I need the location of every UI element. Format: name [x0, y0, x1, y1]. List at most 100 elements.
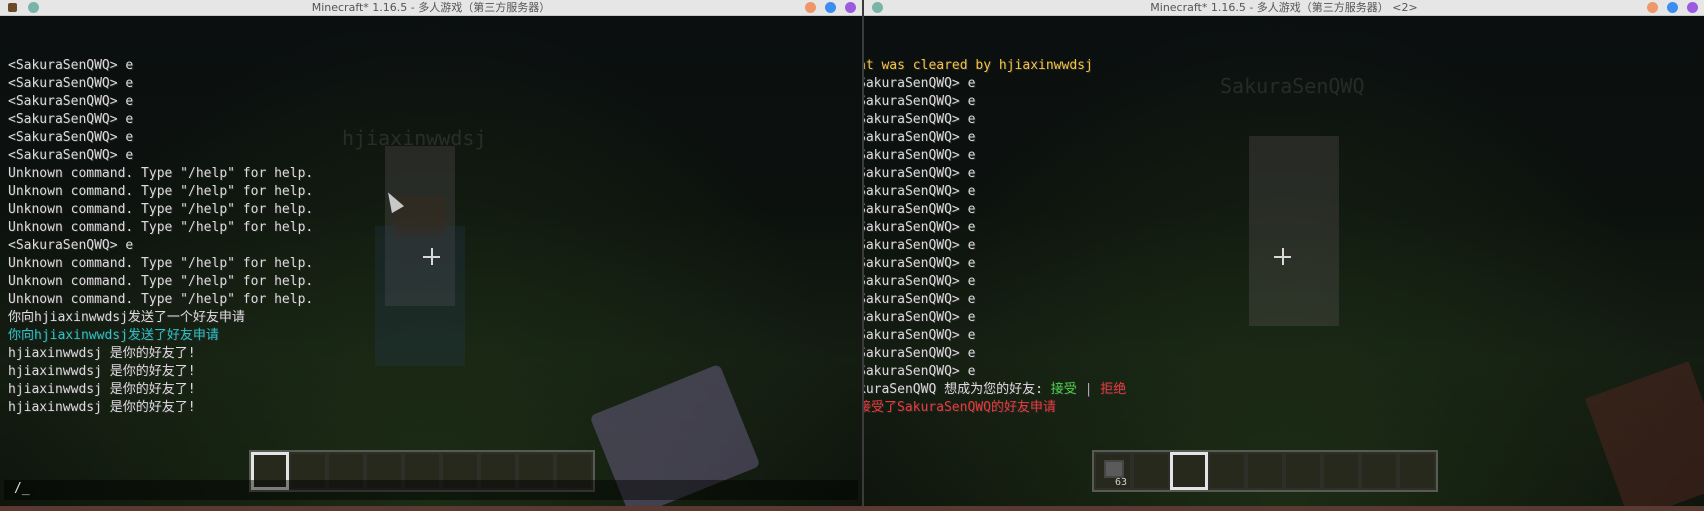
game-viewport[interactable]: hjiaxinwwdsj <SakuraSenQWQ> e <SakuraSenQ… [0, 16, 862, 506]
chat-message: <SakuraSenQWQ> e [8, 93, 313, 111]
crosshair-icon [1274, 248, 1291, 265]
command-input-text[interactable]: /_ [14, 481, 30, 496]
chat-segment: <SakuraSenQWQ> e [8, 148, 134, 163]
chat-segment: 接受了SakuraSenQWQ的好友申请 [864, 400, 1056, 415]
chat-segment: SakuraSenQWQ> e [864, 184, 976, 199]
chat-message: Unknown command. Type "/help" for help. [8, 291, 313, 309]
game-viewport[interactable]: SakuraSenQWQ at was cleared by hjiaxinww… [864, 16, 1704, 506]
minecraft-window-1[interactable]: Minecraft* 1.16.5 - 多人游戏（第三方服务器） hjiaxin… [0, 0, 862, 506]
close-button[interactable] [845, 2, 856, 13]
chat-segment: SakuraSenQWQ> e [864, 76, 976, 91]
chat-message: hjiaxinwwdsj 是你的好友了! [8, 363, 313, 381]
player-head [395, 196, 445, 236]
chat-message: SakuraSenQWQ> e [864, 255, 1126, 273]
chat-segment: Unknown command. Type "/help" for help. [8, 184, 314, 199]
minimize-button[interactable] [805, 2, 816, 13]
chat-message: SakuraSenQWQ> e [864, 111, 1126, 129]
hotbar-slot[interactable] [1322, 452, 1360, 490]
chat-segment: SakuraSenQWQ> e [864, 220, 976, 235]
chat-message: SakuraSenQWQ> e [864, 309, 1126, 327]
chat-message: <SakuraSenQWQ> e [8, 237, 313, 255]
chat-message: Unknown command. Type "/help" for help. [8, 183, 313, 201]
chat-message: at was cleared by hjiaxinwwdsj [864, 57, 1126, 75]
chat-message: SakuraSenQWQ> e [864, 75, 1126, 93]
chat-segment: SakuraSenQWQ> e [864, 328, 976, 343]
chat-message: 接受了SakuraSenQWQ的好友申请 [864, 399, 1126, 417]
chat-message: SakuraSenQWQ> e [864, 165, 1126, 183]
chat-message: Unknown command. Type "/help" for help. [8, 273, 313, 291]
chat-message: SakuraSenQWQ> e [864, 363, 1126, 381]
minecraft-window-2[interactable]: Minecraft* 1.16.5 - 多人游戏（第三方服务器） <2> Sak… [864, 0, 1704, 506]
chat-segment: <SakuraSenQWQ> e [8, 58, 134, 73]
window-title: Minecraft* 1.16.5 - 多人游戏（第三方服务器） <2> [1150, 1, 1418, 14]
chat-segment: Unknown command. Type "/help" for help. [8, 166, 314, 181]
chat-message: SakuraSenQWQ> e [864, 201, 1126, 219]
taskbar [0, 506, 1704, 511]
chat-message: SakuraSenQWQ> e [864, 93, 1126, 111]
chat-segment: 你向hjiaxinwwdsj发送了好友申请 [8, 328, 219, 343]
stone-block-icon [1104, 460, 1124, 478]
chat-segment: SakuraSenQWQ> e [864, 364, 976, 379]
chat-segment: SakuraSenQWQ> e [864, 256, 976, 271]
chat-message: SakuraSenQWQ> e [864, 129, 1126, 147]
crosshair-icon [423, 248, 440, 265]
hotbar[interactable]: 63 [1092, 450, 1438, 492]
chat-message: <SakuraSenQWQ> e [8, 129, 313, 147]
chat-segment: SakuraSenQWQ> e [864, 202, 976, 217]
chat-segment: hjiaxinwwdsj [998, 58, 1093, 73]
hotbar-slot[interactable] [1360, 452, 1398, 490]
chat-segment: Unknown command. Type "/help" for help. [8, 220, 314, 235]
chat-segment: SakuraSenQWQ> e [864, 94, 976, 109]
chat-segment: SakuraSenQWQ> e [864, 130, 976, 145]
maximize-button[interactable] [825, 2, 836, 13]
chat-message: <SakuraSenQWQ> e [8, 75, 313, 93]
chat-segment: SakuraSenQWQ> e [864, 166, 976, 181]
chat-message: 你向hjiaxinwwdsj发送了好友申请 [8, 327, 313, 345]
hotbar-slot[interactable] [1246, 452, 1284, 490]
chat-segment: 你向hjiaxinwwdsj发送了一个好友申请 [8, 310, 245, 325]
chat-message: 你向hjiaxinwwdsj发送了一个好友申请 [8, 309, 313, 327]
chat-segment: Unknown command. Type "/help" for help. [8, 274, 314, 289]
chat-message: <SakuraSenQWQ> e [8, 57, 313, 75]
minimize-button[interactable] [1647, 2, 1658, 13]
chat-message: SakuraSenQWQ> e [864, 237, 1126, 255]
chat-segment: <SakuraSenQWQ> e [8, 238, 134, 253]
chat-message: Unknown command. Type "/help" for help. [8, 165, 313, 183]
chat-segment: Unknown command. Type "/help" for help. [8, 256, 314, 271]
hotbar-slot[interactable] [1284, 452, 1322, 490]
hotbar-slot[interactable] [1208, 452, 1246, 490]
accept-link[interactable]: 接受 [1051, 382, 1077, 397]
chat-segment: <SakuraSenQWQ> e [8, 76, 134, 91]
chat-segment: Unknown command. Type "/help" for help. [8, 292, 314, 307]
hotbar-slot[interactable] [1170, 452, 1208, 490]
chat-message: Unknown command. Type "/help" for help. [8, 201, 313, 219]
chat-message: <SakuraSenQWQ> e [8, 111, 313, 129]
reject-link[interactable]: 拒绝 [1100, 382, 1126, 397]
window-title: Minecraft* 1.16.5 - 多人游戏（第三方服务器） [311, 1, 551, 14]
chat-segment: hjiaxinwwdsj 是你的好友了! [8, 346, 196, 361]
chat-segment: SakuraSenQWQ> e [864, 238, 976, 253]
chat-log: at was cleared by hjiaxinwwdsj SakuraSenQ… [864, 57, 1126, 417]
chat-segment: <SakuraSenQWQ> e [8, 130, 134, 145]
chat-message: hjiaxinwwdsj 是你的好友了! [8, 345, 313, 363]
chat-segment: SakuraSenQWQ> e [864, 346, 976, 361]
chat-segment: hjiaxinwwdsj 是你的好友了! [8, 364, 196, 379]
chat-segment: SakuraSenQWQ> e [864, 292, 976, 307]
friend-request-message: kuraSenQWQ 想成为您的好友: 接受 | 拒绝 [864, 381, 1126, 399]
maximize-button[interactable] [1667, 2, 1678, 13]
command-input[interactable]: /_ [4, 480, 858, 500]
chat-segment: Unknown command. Type "/help" for help. [8, 202, 314, 217]
chat-segment: kuraSenQWQ 想成为您的好友: [864, 382, 1051, 397]
title-bar[interactable]: Minecraft* 1.16.5 - 多人游戏（第三方服务器） <2> [864, 0, 1704, 16]
player-nametag: SakuraSenQWQ [1220, 74, 1365, 98]
player-model-steve [375, 196, 465, 366]
title-bar[interactable]: Minecraft* 1.16.5 - 多人游戏（第三方服务器） [0, 0, 862, 16]
chat-segment: <SakuraSenQWQ> e [8, 94, 134, 109]
chat-segment: SakuraSenQWQ> e [864, 274, 976, 289]
hotbar-slot[interactable] [1398, 452, 1436, 490]
close-button[interactable] [1687, 2, 1698, 13]
hotbar-slot[interactable] [1132, 452, 1170, 490]
chat-message: SakuraSenQWQ> e [864, 291, 1126, 309]
chat-segment: <SakuraSenQWQ> e [8, 112, 134, 127]
hotbar-slot[interactable]: 63 [1094, 452, 1132, 490]
